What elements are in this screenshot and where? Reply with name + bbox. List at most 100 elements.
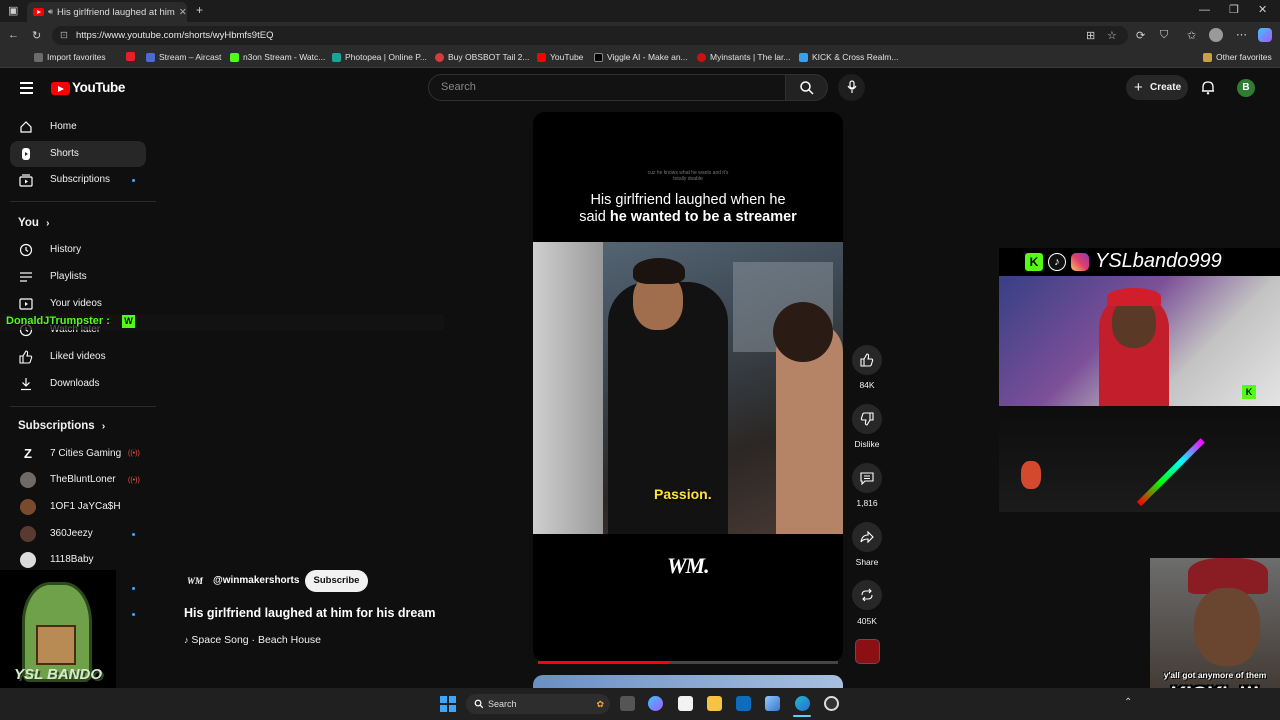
live-indicator-icon: ((•)) xyxy=(128,450,140,457)
extensions-icon[interactable]: ⟳ xyxy=(1136,29,1145,42)
youtube-logo-text[interactable]: YouTube xyxy=(72,80,125,95)
hamburger-menu-icon[interactable] xyxy=(20,82,33,94)
bookmark-item[interactable]: n3on Stream - Watc... xyxy=(230,52,325,62)
maximize-button[interactable]: ❐ xyxy=(1229,3,1239,16)
sound-thumbnail[interactable] xyxy=(855,639,880,664)
new-content-dot xyxy=(132,587,135,590)
share-label: Share xyxy=(855,557,879,567)
sidebar-item-subscriptions[interactable]: Subscriptions xyxy=(10,167,146,193)
photos-icon[interactable] xyxy=(765,696,780,711)
myinstants-icon xyxy=(697,52,706,62)
sidebar-channel[interactable]: 1OF1 JaYCa$H xyxy=(10,494,146,520)
meme-caption-top: y'all got anymore of them xyxy=(1163,670,1267,680)
sidebar-item-downloads[interactable]: Downloads xyxy=(10,371,146,397)
audio-icon[interactable]: 🔊︎ xyxy=(48,7,53,17)
sidebar-item-history[interactable]: History xyxy=(10,237,146,263)
sidebar-divider xyxy=(10,201,156,202)
account-avatar[interactable]: B xyxy=(1237,79,1255,97)
your-videos-icon xyxy=(19,298,33,310)
like-button[interactable] xyxy=(852,345,882,375)
sidebar-item-liked-videos[interactable]: Liked videos xyxy=(10,344,146,370)
music-info[interactable]: ♪ Space Song · Beach House xyxy=(184,634,321,646)
viggle-icon xyxy=(594,52,603,62)
channel-handle[interactable]: @winmakershorts xyxy=(213,575,299,586)
shield-icon[interactable]: ⛉ xyxy=(1160,29,1168,42)
chat-emote-icon: W xyxy=(122,315,135,328)
obs-icon[interactable] xyxy=(824,696,839,711)
read-aloud-icon[interactable]: ⊞ xyxy=(1086,29,1095,42)
sidebar-channel[interactable]: 360Jeezy xyxy=(10,521,146,547)
address-bar[interactable]: ⊡ https://www.youtube.com/shorts/wyHbmfs… xyxy=(52,26,1128,45)
youtube-logo-icon[interactable] xyxy=(51,82,70,95)
subscriptions-section-heading[interactable]: Subscriptions › xyxy=(18,420,105,432)
folder-icon xyxy=(1203,52,1212,62)
obsbot-icon xyxy=(435,52,444,62)
webcam-overlay: K ♪ YSLbando999 K xyxy=(999,248,1280,406)
site-info-icon[interactable]: ⊡ xyxy=(60,26,68,45)
windows-start-icon[interactable] xyxy=(440,696,456,712)
bookmark-item[interactable]: Buy OBSBOT Tail 2... xyxy=(435,52,529,62)
search-button[interactable] xyxy=(786,74,828,101)
logo-text: YSL BANDO xyxy=(13,666,103,683)
bookmark-item[interactable]: Photopea | Online P... xyxy=(332,52,427,62)
chevron-up-icon[interactable]: ⌃ xyxy=(1124,697,1132,708)
edge-browser-icon[interactable] xyxy=(795,696,810,711)
copilot-taskbar-icon[interactable] xyxy=(648,696,663,711)
you-section-heading[interactable]: You › xyxy=(18,217,49,229)
outlook-icon[interactable] xyxy=(736,696,751,711)
new-tab-button[interactable]: + xyxy=(196,3,203,17)
dislike-button[interactable] xyxy=(852,404,882,434)
bookmark-item[interactable]: Myinstants | The lar... xyxy=(697,52,790,62)
sidebar-item-shorts[interactable]: Shorts xyxy=(10,141,146,167)
import-icon xyxy=(34,52,43,62)
taskbar-search[interactable]: Search ✿ xyxy=(466,694,610,714)
thumbs-up-icon xyxy=(860,353,874,367)
more-options-icon[interactable]: ⋯ xyxy=(1236,28,1247,41)
create-button[interactable]: + Create xyxy=(1126,75,1188,100)
task-view-icon[interactable] xyxy=(620,696,635,711)
sidebar-item-home[interactable]: Home xyxy=(10,114,146,140)
browser-menu-icon[interactable]: ▣ xyxy=(8,4,18,17)
youtube-icon xyxy=(126,52,135,61)
sidebar-item-playlists[interactable]: Playlists xyxy=(10,264,146,290)
tiktok-icon: ♪ xyxy=(1048,253,1066,271)
other-favorites[interactable]: Other favorites xyxy=(1203,52,1272,62)
channel-avatar xyxy=(20,552,36,568)
sidebar-channel[interactable]: Z 7 Cities Gaming xyxy=(10,441,146,467)
browser-tab[interactable]: 🔊︎ His girlfriend laughed at him ✕ xyxy=(27,2,187,22)
notifications-bell-icon[interactable] xyxy=(1201,80,1215,95)
kick-badge-icon: K xyxy=(1242,385,1256,399)
rgb-keyboard xyxy=(1136,438,1205,507)
profile-avatar-icon[interactable] xyxy=(1209,28,1223,42)
subscribe-button[interactable]: Subscribe xyxy=(305,570,368,592)
bookmark-item[interactable]: KICK & Cross Realm... xyxy=(799,52,898,62)
comments-button[interactable] xyxy=(852,463,882,493)
file-explorer-icon[interactable] xyxy=(707,696,722,711)
refresh-button[interactable]: ↻ xyxy=(32,29,41,42)
search-input[interactable]: Search xyxy=(428,74,786,101)
short-title[interactable]: His girlfriend laughed at him for his dr… xyxy=(184,606,435,620)
tab-close-icon[interactable]: ✕ xyxy=(179,7,187,18)
bookmark-item[interactable]: Viggle AI - Make an... xyxy=(594,52,688,62)
minimize-button[interactable]: — xyxy=(1199,4,1210,16)
share-icon xyxy=(860,530,874,544)
bookmark-item[interactable] xyxy=(126,52,135,61)
next-short-preview[interactable] xyxy=(533,675,843,688)
favorite-star-icon[interactable]: ☆ xyxy=(1107,29,1117,42)
bookmark-item[interactable]: YouTube xyxy=(537,52,583,62)
copilot-icon[interactable] xyxy=(1258,28,1272,42)
favorites-icon[interactable]: ✩ xyxy=(1187,29,1196,42)
voice-search-button[interactable] xyxy=(838,74,865,101)
video-subtitle: Passion. xyxy=(654,486,712,502)
bookmark-item[interactable]: Import favorites xyxy=(34,52,106,62)
back-button[interactable]: ← xyxy=(8,29,19,41)
channel-avatar-wm[interactable]: WM xyxy=(184,570,206,592)
sidebar-channel[interactable]: TheBluntLoner xyxy=(10,467,146,493)
window-close-button[interactable]: ✕ xyxy=(1258,3,1267,16)
remix-button[interactable] xyxy=(852,580,882,610)
share-button[interactable] xyxy=(852,522,882,552)
aircast-icon xyxy=(146,52,155,62)
bookmark-item[interactable]: Stream – Aircast xyxy=(146,52,221,62)
streamer-hand xyxy=(1021,461,1041,489)
microsoft-store-icon[interactable] xyxy=(678,696,693,711)
